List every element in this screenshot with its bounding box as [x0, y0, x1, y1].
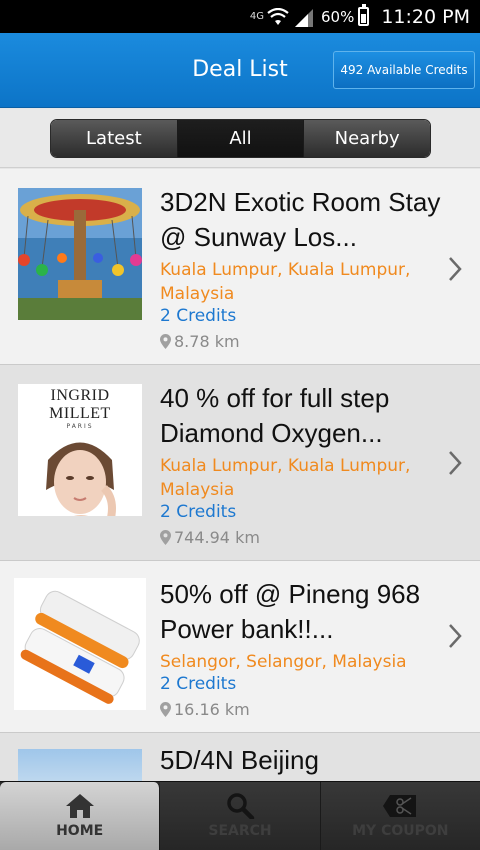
nav-my-coupon[interactable]: MY COUPON [320, 782, 480, 850]
deal-list: 3D2N Exotic Room Stay @ Sunway Los... Ku… [0, 169, 480, 793]
brand-logo-text: INGRID MILLET [49, 387, 111, 422]
distance-value: 744.94 km [174, 528, 260, 547]
chevron-right-icon [449, 451, 462, 475]
deal-title: 50% off @ Pineng 968 Power bank!!... [160, 579, 421, 644]
deal-thumbnail-powerbank [14, 578, 146, 710]
deal-location: Kuala Lumpur, Kuala Lumpur, Malaysia [160, 456, 411, 500]
nav-my-coupon-label: MY COUPON [352, 823, 449, 839]
deal-distance: 8.78 km [160, 332, 240, 351]
nav-search-label: SEARCH [208, 823, 272, 839]
nav-home[interactable]: HOME [0, 782, 161, 850]
bottom-nav: HOME SEARCH MY COUPON [0, 781, 480, 850]
deal-thumbnail-face: INGRID MILLET PARIS [18, 384, 142, 516]
clock: 11:20 PM [381, 5, 470, 28]
distance-value: 8.78 km [174, 332, 240, 351]
deal-location: Kuala Lumpur, Kuala Lumpur, Malaysia [160, 260, 411, 304]
nav-home-label: HOME [56, 823, 104, 839]
home-icon [65, 794, 94, 818]
deal-title: 40 % off for full step Diamond Oxygen... [160, 383, 390, 448]
location-pin-icon [160, 530, 171, 545]
deal-credits: 2 Credits [160, 674, 237, 694]
brand-logo-sub: PARIS [66, 423, 94, 430]
search-icon [227, 793, 255, 819]
battery-icon [358, 4, 370, 26]
available-credits-button[interactable]: 492 Available Credits [333, 51, 475, 89]
chevron-right-icon [449, 257, 462, 281]
deal-item[interactable]: INGRID MILLET PARIS 40 % off for full st… [0, 365, 480, 561]
deal-thumbnail-carousel [18, 188, 142, 320]
network-type: 4G [249, 10, 264, 22]
filter-bar: Latest All Nearby [0, 109, 480, 168]
deal-distance: 16.16 km [160, 700, 250, 719]
deal-title: 5D/4N Beijing [160, 745, 319, 775]
deal-credits: 2 Credits [160, 306, 237, 326]
deal-distance: 744.94 km [160, 528, 260, 547]
battery-percent: 60% [321, 7, 355, 26]
deal-location: Selangor, Selangor, Malaysia [160, 652, 407, 672]
location-pin-icon [160, 334, 171, 349]
status-bar: 4G 60% 11:20 PM [0, 0, 480, 33]
distance-value: 16.16 km [174, 700, 250, 719]
tab-nearby[interactable]: Nearby [304, 120, 430, 157]
deal-credits: 2 Credits [160, 502, 237, 522]
nav-search[interactable]: SEARCH [160, 782, 321, 850]
wifi-icon [267, 7, 289, 25]
location-pin-icon [160, 702, 171, 717]
deal-item[interactable]: 50% off @ Pineng 968 Power bank!!... Sel… [0, 561, 480, 733]
deal-title: 3D2N Exotic Room Stay @ Sunway Los... [160, 187, 441, 252]
coupon-icon [383, 795, 417, 817]
tab-all[interactable]: All [177, 120, 305, 157]
signal-icon [295, 8, 313, 27]
tab-latest[interactable]: Latest [51, 120, 178, 157]
deal-item[interactable]: 3D2N Exotic Room Stay @ Sunway Los... Ku… [0, 169, 480, 365]
segmented-control: Latest All Nearby [50, 119, 431, 158]
app-header: Deal List 492 Available Credits [0, 33, 480, 108]
chevron-right-icon [449, 624, 462, 648]
